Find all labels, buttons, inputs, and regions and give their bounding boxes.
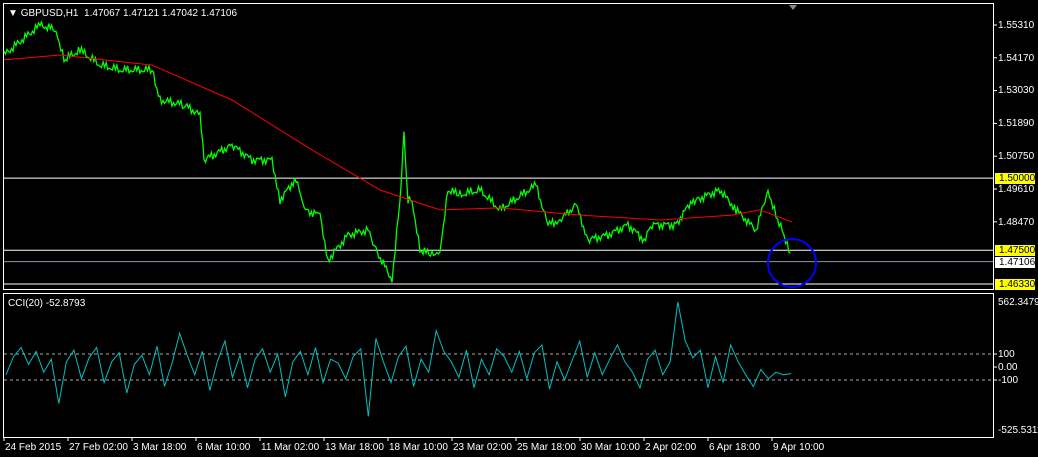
price-label: 1.48470 (998, 217, 1035, 228)
price-line (3, 19, 791, 283)
time-label: 2 Apr 02:00 (645, 442, 697, 453)
cci-level-label: 100 (998, 349, 1015, 360)
level-tag-1.50000: 1.50000 (995, 173, 1035, 184)
cci-max-label: 562.3479 (998, 297, 1038, 308)
highlight-circle (767, 238, 817, 288)
time-label: 27 Feb 02:00 (69, 442, 128, 453)
cci-level-label: -100 (998, 375, 1019, 386)
price-label: 1.49610 (998, 184, 1035, 195)
time-label: 9 Apr 10:00 (773, 442, 825, 453)
time-label: 23 Mar 02:00 (453, 442, 512, 453)
close-price: 1.47106 (200, 8, 238, 19)
cci-title: CCI(20) -52.8793 (8, 298, 86, 309)
price-label: 1.55310 (998, 20, 1035, 31)
price-label: 1.50750 (998, 151, 1035, 162)
time-label: 11 Mar 02:00 (261, 442, 320, 453)
time-label: 30 Mar 10:00 (581, 442, 640, 453)
shift-marker-icon (789, 5, 797, 10)
chart-title: ▼ GBPUSD,H1 1.47067 1.47121 1.47042 1.47… (8, 8, 238, 19)
time-label: 6 Apr 18:00 (709, 442, 761, 453)
price-label: 1.54170 (998, 53, 1035, 64)
level-tag-1.46330: 1.46330 (995, 279, 1035, 290)
open-price: 1.47067 (84, 8, 121, 19)
time-label: 25 Mar 18:00 (517, 442, 576, 453)
high-price: 1.47121 (122, 8, 160, 19)
time-label: 24 Feb 2015 (5, 442, 62, 453)
time-label: 3 Mar 18:00 (133, 442, 187, 453)
cci-line (5, 301, 792, 417)
dropdown-triangle-icon[interactable]: ▼ (8, 8, 21, 19)
price-label: 1.51890 (998, 118, 1035, 129)
price-label: 1.53030 (998, 85, 1035, 96)
moving-average-line (3, 54, 793, 223)
time-label: 18 Mar 10:00 (389, 442, 448, 453)
low-price: 1.47042 (161, 8, 199, 19)
cci-min-label: -525.5311 (998, 425, 1038, 436)
chart-canvas (3, 5, 997, 441)
time-label: 13 Mar 18:00 (325, 442, 384, 453)
cci-level-label: 0.00 (998, 362, 1018, 373)
current-price-tag: 1.47106 (995, 257, 1035, 268)
level-tag-1.47500: 1.47500 (995, 245, 1035, 256)
time-label: 6 Mar 10:00 (197, 442, 251, 453)
